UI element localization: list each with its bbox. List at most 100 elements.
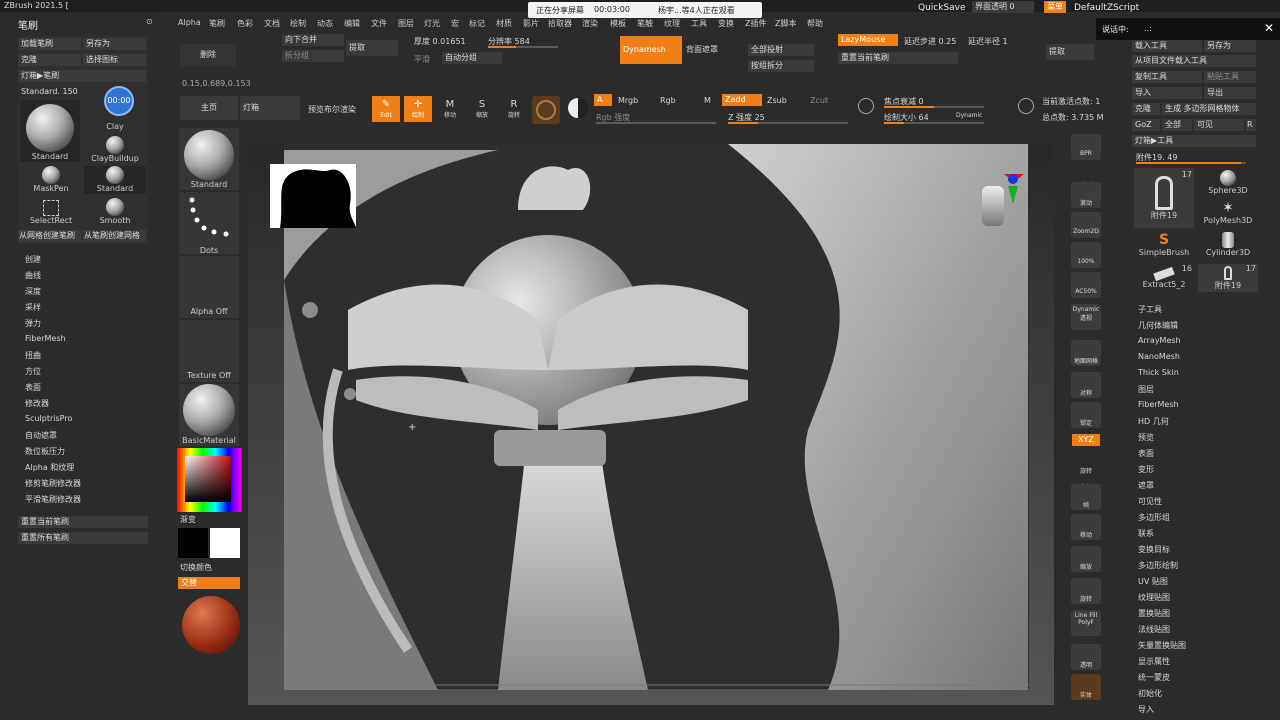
section-smooth-brush-modifiers[interactable]: 平滑笔刷修改器 xyxy=(25,494,81,505)
tool-thumb-fujian19-b[interactable]: 17 附件19 xyxy=(1198,264,1258,292)
tool-thumb-sphere3d[interactable]: Sphere3D xyxy=(1198,168,1258,196)
brush-maskpen[interactable]: MaskPen xyxy=(20,166,82,194)
menu-draw[interactable]: 绘制 xyxy=(290,18,306,29)
menu-layer[interactable]: 图层 xyxy=(398,18,414,29)
auto-groups-button[interactable]: 自动分组 xyxy=(442,52,502,64)
section-uv-map[interactable]: UV 贴图 xyxy=(1138,576,1168,587)
dynamic-toggle[interactable]: Dynamic xyxy=(956,112,982,119)
section-arraymesh[interactable]: ArrayMesh xyxy=(1138,336,1181,345)
goz-all-button[interactable]: 全部 xyxy=(1162,119,1192,131)
zadd-toggle[interactable]: Zadd xyxy=(722,94,762,106)
clone-brush-button[interactable]: 克隆 xyxy=(18,54,81,66)
xyz-toggle[interactable]: XYZ xyxy=(1072,434,1100,446)
mrgb-toggle[interactable]: Mrgb xyxy=(618,96,638,105)
menu-light[interactable]: 灯光 xyxy=(424,18,440,29)
menu-brush[interactable]: 笔刷 xyxy=(209,18,225,29)
rotate-mode-button[interactable]: R 旋转 xyxy=(500,96,528,122)
draw-size-slider[interactable] xyxy=(884,122,984,124)
menu-stencil[interactable]: 模板 xyxy=(610,18,626,29)
preview-bpr-button[interactable]: 预览布尔渲染 xyxy=(308,104,356,115)
create-brush-from-mesh-button[interactable]: 从网格创建笔刷 xyxy=(18,230,81,242)
lightbox-tab[interactable]: 灯箱 xyxy=(240,96,300,120)
extract-button[interactable]: 提取 xyxy=(346,40,398,56)
section-import[interactable]: 导入 xyxy=(1138,704,1154,715)
make-polymesh-button[interactable]: 生成 多边形网格物体 xyxy=(1162,103,1256,115)
section-polygroups[interactable]: 多边形组 xyxy=(1138,512,1170,523)
section-sculptrispro[interactable]: SculptrisPro xyxy=(25,414,72,423)
split-button[interactable]: 拆分组 xyxy=(282,50,344,62)
quicksave-button[interactable]: QuickSave xyxy=(918,3,966,13)
floor-grid-icon[interactable]: 地面网格 xyxy=(1071,340,1101,366)
brush-claybuildup[interactable]: ClayBuildup xyxy=(84,136,146,164)
section-subtool[interactable]: 子工具 xyxy=(1138,304,1162,315)
menu-picker[interactable]: 拾取器 xyxy=(548,18,572,29)
gradient-label[interactable]: 渐变 xyxy=(180,514,196,525)
rgb-intensity-slider[interactable] xyxy=(596,122,716,124)
draw-mode-button[interactable]: ✛ 绘制 xyxy=(404,96,432,122)
symmetry-icon[interactable]: 对称 xyxy=(1071,372,1101,398)
move-view-icon[interactable]: 移动 xyxy=(1071,514,1101,540)
default-zscript-button[interactable]: DefaultZScript xyxy=(1074,3,1139,13)
canvas-viewport[interactable]: + xyxy=(248,130,1054,705)
select-icon-button[interactable]: 选择图标 xyxy=(83,54,146,66)
section-visibility[interactable]: 可见性 xyxy=(1138,496,1162,507)
shelf-stroke-dots[interactable]: Dots xyxy=(179,192,239,255)
m-toggle[interactable]: M xyxy=(704,96,711,105)
brush-clay[interactable]: Clay xyxy=(84,106,146,132)
section-twist[interactable]: 扭曲 xyxy=(25,350,41,361)
section-masking[interactable]: 遮罩 xyxy=(1138,480,1154,491)
scale-mode-button[interactable]: S 缩放 xyxy=(468,96,496,122)
section-unified-skin[interactable]: 统一蒙皮 xyxy=(1138,672,1170,683)
lazy-radius-field[interactable]: 延迟半径 1 xyxy=(968,36,1008,47)
rotate-view-icon[interactable]: 旋转 xyxy=(1071,578,1101,604)
color-picker[interactable] xyxy=(177,448,241,512)
tool-thumb-extract5-2[interactable]: 16 Extract5_2 xyxy=(1134,264,1194,292)
section-layers[interactable]: 图层 xyxy=(1138,384,1154,395)
create-mesh-from-brush-button[interactable]: 从笔刷创建网格 xyxy=(83,230,146,242)
section-modifiers[interactable]: 修改器 xyxy=(25,398,49,409)
section-fibermesh[interactable]: FiberMesh xyxy=(25,334,66,343)
section-alpha-texture[interactable]: Alpha 和纹理 xyxy=(25,462,74,473)
reset-current-brush-button[interactable]: 重置当前笔刷 xyxy=(18,516,148,528)
tool-thumb-polymesh3d[interactable]: ✶ PolyMesh3D xyxy=(1198,200,1258,228)
menu-dynamics[interactable]: 动态 xyxy=(317,18,333,29)
menu-texture[interactable]: 纹理 xyxy=(664,18,680,29)
menu-render[interactable]: 渲染 xyxy=(582,18,598,29)
section-tablet-pressure[interactable]: 数位板压力 xyxy=(25,446,65,457)
dynamic-size-icon[interactable] xyxy=(1018,98,1034,114)
section-hd-geometry[interactable]: HD 几何 xyxy=(1138,416,1169,427)
red-material-ball[interactable] xyxy=(182,596,240,654)
load-brush-button[interactable]: 加载笔刷 xyxy=(18,38,81,50)
frame-icon[interactable]: 帧 xyxy=(1071,484,1101,510)
z-intensity-slider[interactable] xyxy=(728,122,848,124)
load-from-project-button[interactable]: 从项目文件载入工具 xyxy=(1132,55,1256,67)
project-all-button[interactable]: 全部投射 xyxy=(748,44,814,56)
shelf-brush-standard[interactable]: Standard xyxy=(179,128,239,190)
brush-selectrect[interactable]: SelectRect xyxy=(20,198,82,226)
zcut-toggle[interactable]: Zcut xyxy=(810,96,828,105)
focal-shift-icon[interactable] xyxy=(858,98,874,114)
home-tab[interactable]: 主页 xyxy=(180,96,238,120)
lock-icon[interactable]: 锁定 xyxy=(1071,402,1101,428)
navigation-cube[interactable] xyxy=(976,174,1024,246)
polyf-icon[interactable]: Line Fill PolyF xyxy=(1071,610,1101,636)
yin-yang-icon[interactable] xyxy=(568,98,588,118)
tool-thumb-simplebrush[interactable]: S SimpleBrush xyxy=(1134,232,1194,260)
section-geometry[interactable]: 几何体编辑 xyxy=(1138,320,1178,331)
reset-current-brush-top-button[interactable]: 重置当前笔刷 xyxy=(838,52,958,64)
color-picker-square[interactable] xyxy=(185,456,231,502)
delete-button[interactable]: 删除 xyxy=(180,44,236,66)
lazymouse-toggle[interactable]: LazyMouse xyxy=(838,34,898,46)
subtool-slider[interactable] xyxy=(1136,162,1246,164)
actual-size-icon[interactable]: 100% xyxy=(1071,242,1101,268)
section-curve[interactable]: 曲线 xyxy=(25,270,41,281)
lazy-step-field[interactable]: 延迟步进 0.25 xyxy=(904,36,956,47)
edit-mode-button[interactable]: ✎ Edit xyxy=(372,96,400,122)
section-clip-brush-modifiers[interactable]: 修剪笔刷修改器 xyxy=(25,478,81,489)
focal-shift-slider[interactable] xyxy=(884,106,984,108)
back-mask-toggle[interactable]: 背面遮罩 xyxy=(686,44,718,55)
menu-zscript[interactable]: Z脚本 xyxy=(775,18,796,29)
section-deformation[interactable]: 变形 xyxy=(1138,464,1154,475)
lightbox-brush-button[interactable]: 灯箱▶笔刷 xyxy=(18,70,146,82)
section-nanomesh[interactable]: NanoMesh xyxy=(1138,352,1180,361)
